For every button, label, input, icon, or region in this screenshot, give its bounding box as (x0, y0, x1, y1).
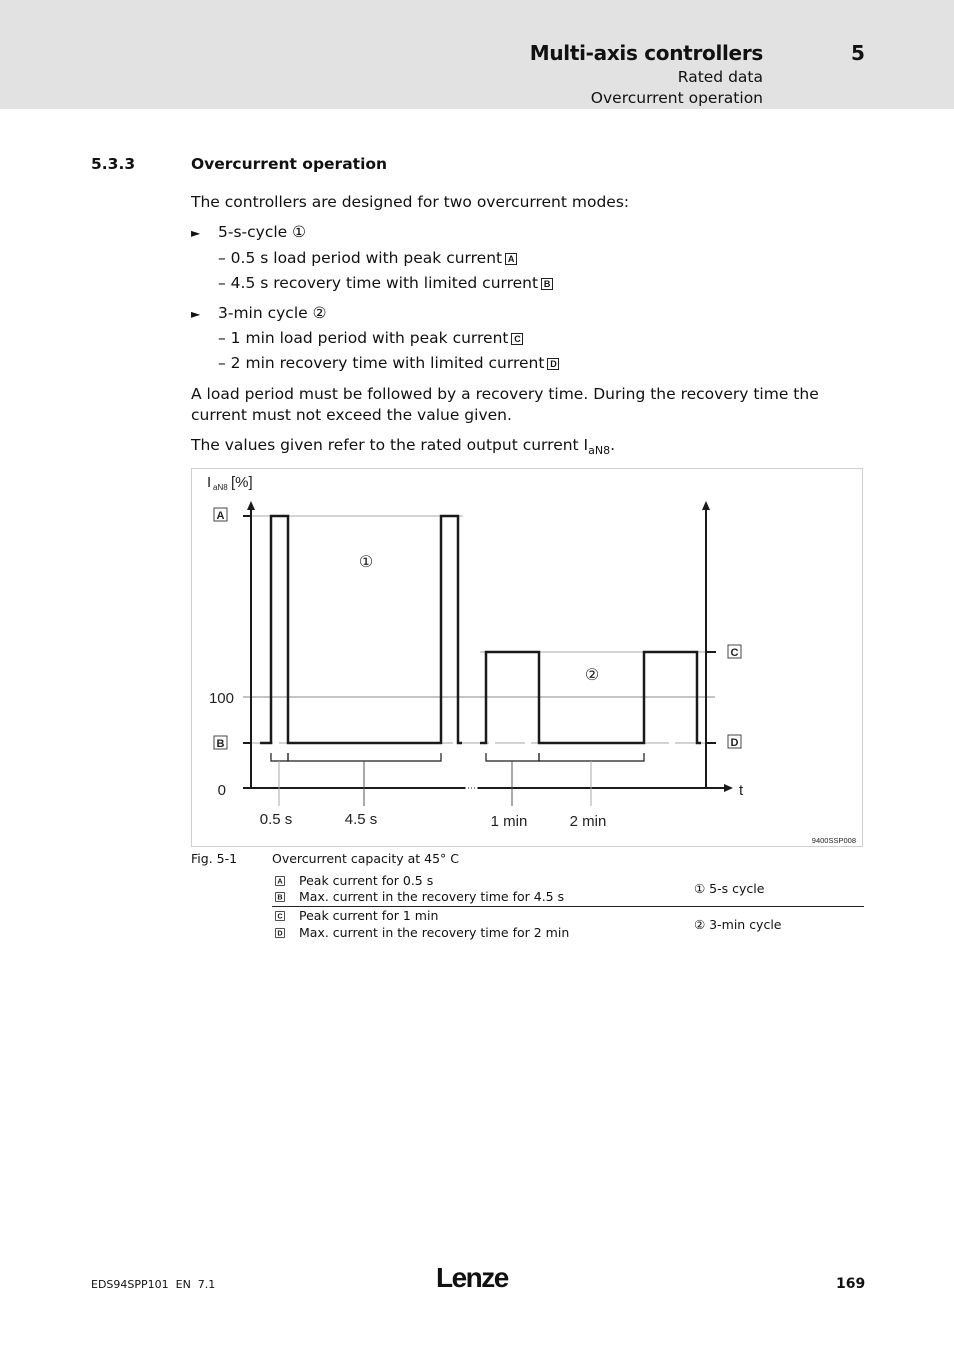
figure-number: Fig. 5-1 (191, 851, 238, 866)
x-axis-label: t (739, 782, 744, 799)
bracket-4-5s (287, 753, 442, 762)
bracket-0-5s (270, 753, 289, 762)
duration-label-0-5s: 0.5 s (260, 811, 293, 828)
lenze-logo: Lenze (436, 1262, 509, 1293)
legend-item-b: B Max. current in the recovery time for 4… (272, 889, 564, 904)
page-number: 169 (836, 1276, 866, 1292)
legend-cycle-2: ② 3-min cycle (694, 917, 782, 932)
bracket-1min (485, 753, 540, 762)
y-tick-0: 0 (218, 782, 226, 799)
duration-label-2min: 2 min (570, 813, 607, 830)
overcurrent-chart: IaN8 [%] 100 0 t 0.5 s 4.5 s 1 min 2 min ① ② 9400SS… (207, 474, 856, 845)
document-id: EDS94SPP101 EN 7.1 (91, 1278, 216, 1291)
level-label-d: D (731, 737, 739, 749)
legend-item-c: C Peak current for 1 min (272, 908, 438, 923)
y-axis-label-sub: aN8 (213, 483, 228, 492)
y-axis-label: I (207, 474, 211, 491)
y-axis-right-arrow-icon (702, 501, 710, 510)
y-axis-label-unit: [%] (231, 474, 253, 491)
duration-label-4-5s: 4.5 s (345, 811, 378, 828)
legend-item-a: A Peak current for 0.5 s (272, 873, 433, 888)
level-label-a: A (217, 510, 225, 522)
legend-item-d: D Max. current in the recovery time for 2… (272, 925, 569, 940)
bracket-2min (538, 753, 645, 762)
level-label-c: C (731, 647, 739, 659)
x-axis-arrow-icon (724, 784, 733, 792)
y-axis-left-arrow-icon (247, 501, 255, 510)
cycle-1-marker: ① (359, 554, 373, 571)
duration-label-1min: 1 min (491, 813, 528, 830)
y-tick-100: 100 (209, 690, 234, 707)
legend-cycle-1: ① 5-s cycle (694, 881, 765, 896)
image-code: 9400SSP008 (812, 836, 856, 845)
cycle-2-marker: ② (585, 667, 599, 684)
legend-divider (272, 906, 864, 907)
level-label-b: B (217, 738, 225, 750)
series-5s-cycle-line (260, 514, 462, 745)
figure-caption: Overcurrent capacity at 45° C (272, 851, 459, 866)
